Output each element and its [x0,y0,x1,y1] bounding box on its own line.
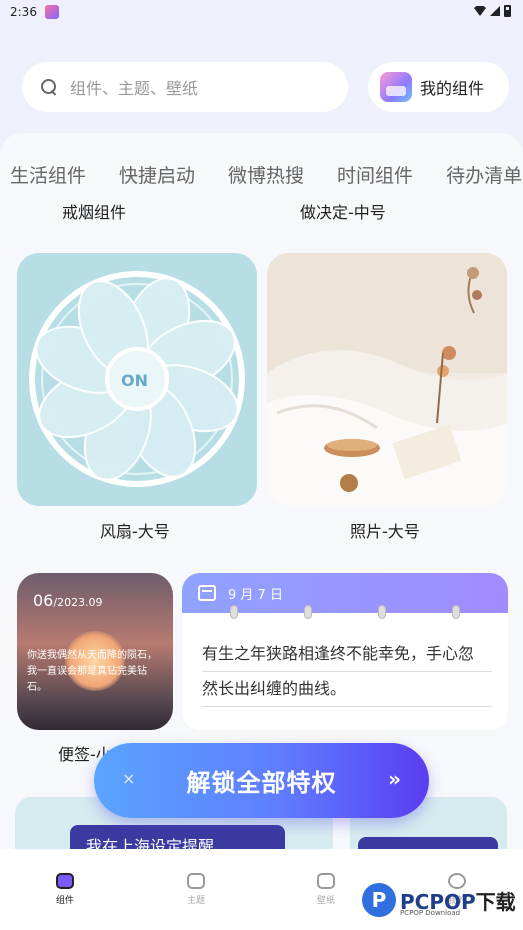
nav-themes[interactable]: 主题 [166,873,226,906]
memo-date: 06/2023.09 [33,591,103,610]
ring-icon [230,605,238,619]
main-content: 生活组件 快捷启动 微博热搜 时间组件 待办清单 戒烟组件 做决定-中号 ON [0,133,523,849]
widgets-nav-icon [56,873,74,889]
search-icon [40,78,58,96]
partial-widget-bar [358,837,498,849]
nav-widgets-label: 组件 [55,896,74,906]
tab-life[interactable]: 生活组件 [10,161,86,188]
wallpaper-icon [317,873,335,889]
memo-text: 你送我偶然从天而降的陨石，我一直误会那是真钻完美钻石。 [27,650,157,693]
search-placeholder: 组件、主题、壁纸 [70,79,199,98]
status-time: 2:36 [10,5,37,19]
tab-todo[interactable]: 待办清单 [446,161,522,188]
ring-icon [452,605,460,619]
unlock-label: 解锁全部特权 [186,769,337,797]
photo-widget-card[interactable] [267,253,507,506]
theme-icon [187,873,205,889]
widget-label-fan: 风扇-大号 [100,522,170,541]
battery-icon [504,5,511,17]
my-widgets-label: 我的组件 [420,79,485,98]
nav-wallpaper[interactable]: 壁纸 [296,873,356,906]
promo-widget-text: 我在上海设定提醒 [70,825,285,849]
arrow-right-icon: » [388,767,401,791]
nav-themes-label: 主题 [186,896,205,906]
watermark-suffix: 下载 [475,889,516,914]
note-line: 然长出纠缠的曲线。 [202,672,492,707]
note-line: 有生之年狭路相逢终不能幸免，手心忽 [202,637,492,672]
status-bar: 2:36 [0,0,523,24]
memo-widget-card[interactable]: 06/2023.09 你送我偶然从天而降的陨石，我一直误会那是真钻完美钻石。 [17,573,173,730]
note-date: 9 月 7 日 [228,587,283,603]
memo-day: 06 [33,591,54,610]
fan-widget-card[interactable]: ON [17,253,257,506]
note-widget-card[interactable]: 9 月 7 日 有生之年狭路相逢终不能幸免，手心忽 然长出纠缠的曲线。 [182,573,508,730]
category-tabs: 生活组件 快捷启动 微博热搜 时间组件 待办清单 [10,161,522,188]
wifi-icon [474,6,486,16]
nav-widgets[interactable]: 组件 [35,873,95,906]
ring-icon [378,605,386,619]
widget-label-photo: 照片-大号 [350,522,420,541]
nav-wallpaper-label: 壁纸 [316,896,335,906]
tab-weibo[interactable]: 微博热搜 [228,161,304,188]
tab-shortcut[interactable]: 快捷启动 [119,161,195,188]
status-icons [474,5,511,17]
photo-image [267,253,507,506]
fan-on-button[interactable]: ON [121,371,148,390]
search-input[interactable]: 组件、主题、壁纸 [22,62,348,112]
widget-label-decision: 做决定-中号 [300,203,386,222]
tab-time[interactable]: 时间组件 [337,161,413,188]
widgets-icon [380,72,412,102]
memo-month-year: /2023.09 [53,596,103,609]
app-notification-icon [44,5,59,19]
calendar-icon [198,585,216,601]
widget-label-quit-smoking: 戒烟组件 [62,203,127,222]
my-widgets-button[interactable]: 我的组件 [368,62,509,112]
signal-icon [490,6,500,16]
watermark-sub: PCPOP Download [400,909,461,917]
watermark-logo: P [362,883,396,917]
unlock-privileges-banner[interactable]: × 解锁全部特权 » [94,743,429,818]
watermark: P PCPOP下载 PCPOP Download [362,883,516,917]
ring-icon [304,605,312,619]
close-icon[interactable]: × [122,769,135,788]
note-text: 有生之年狭路相逢终不能幸免，手心忽 然长出纠缠的曲线。 [202,637,492,707]
